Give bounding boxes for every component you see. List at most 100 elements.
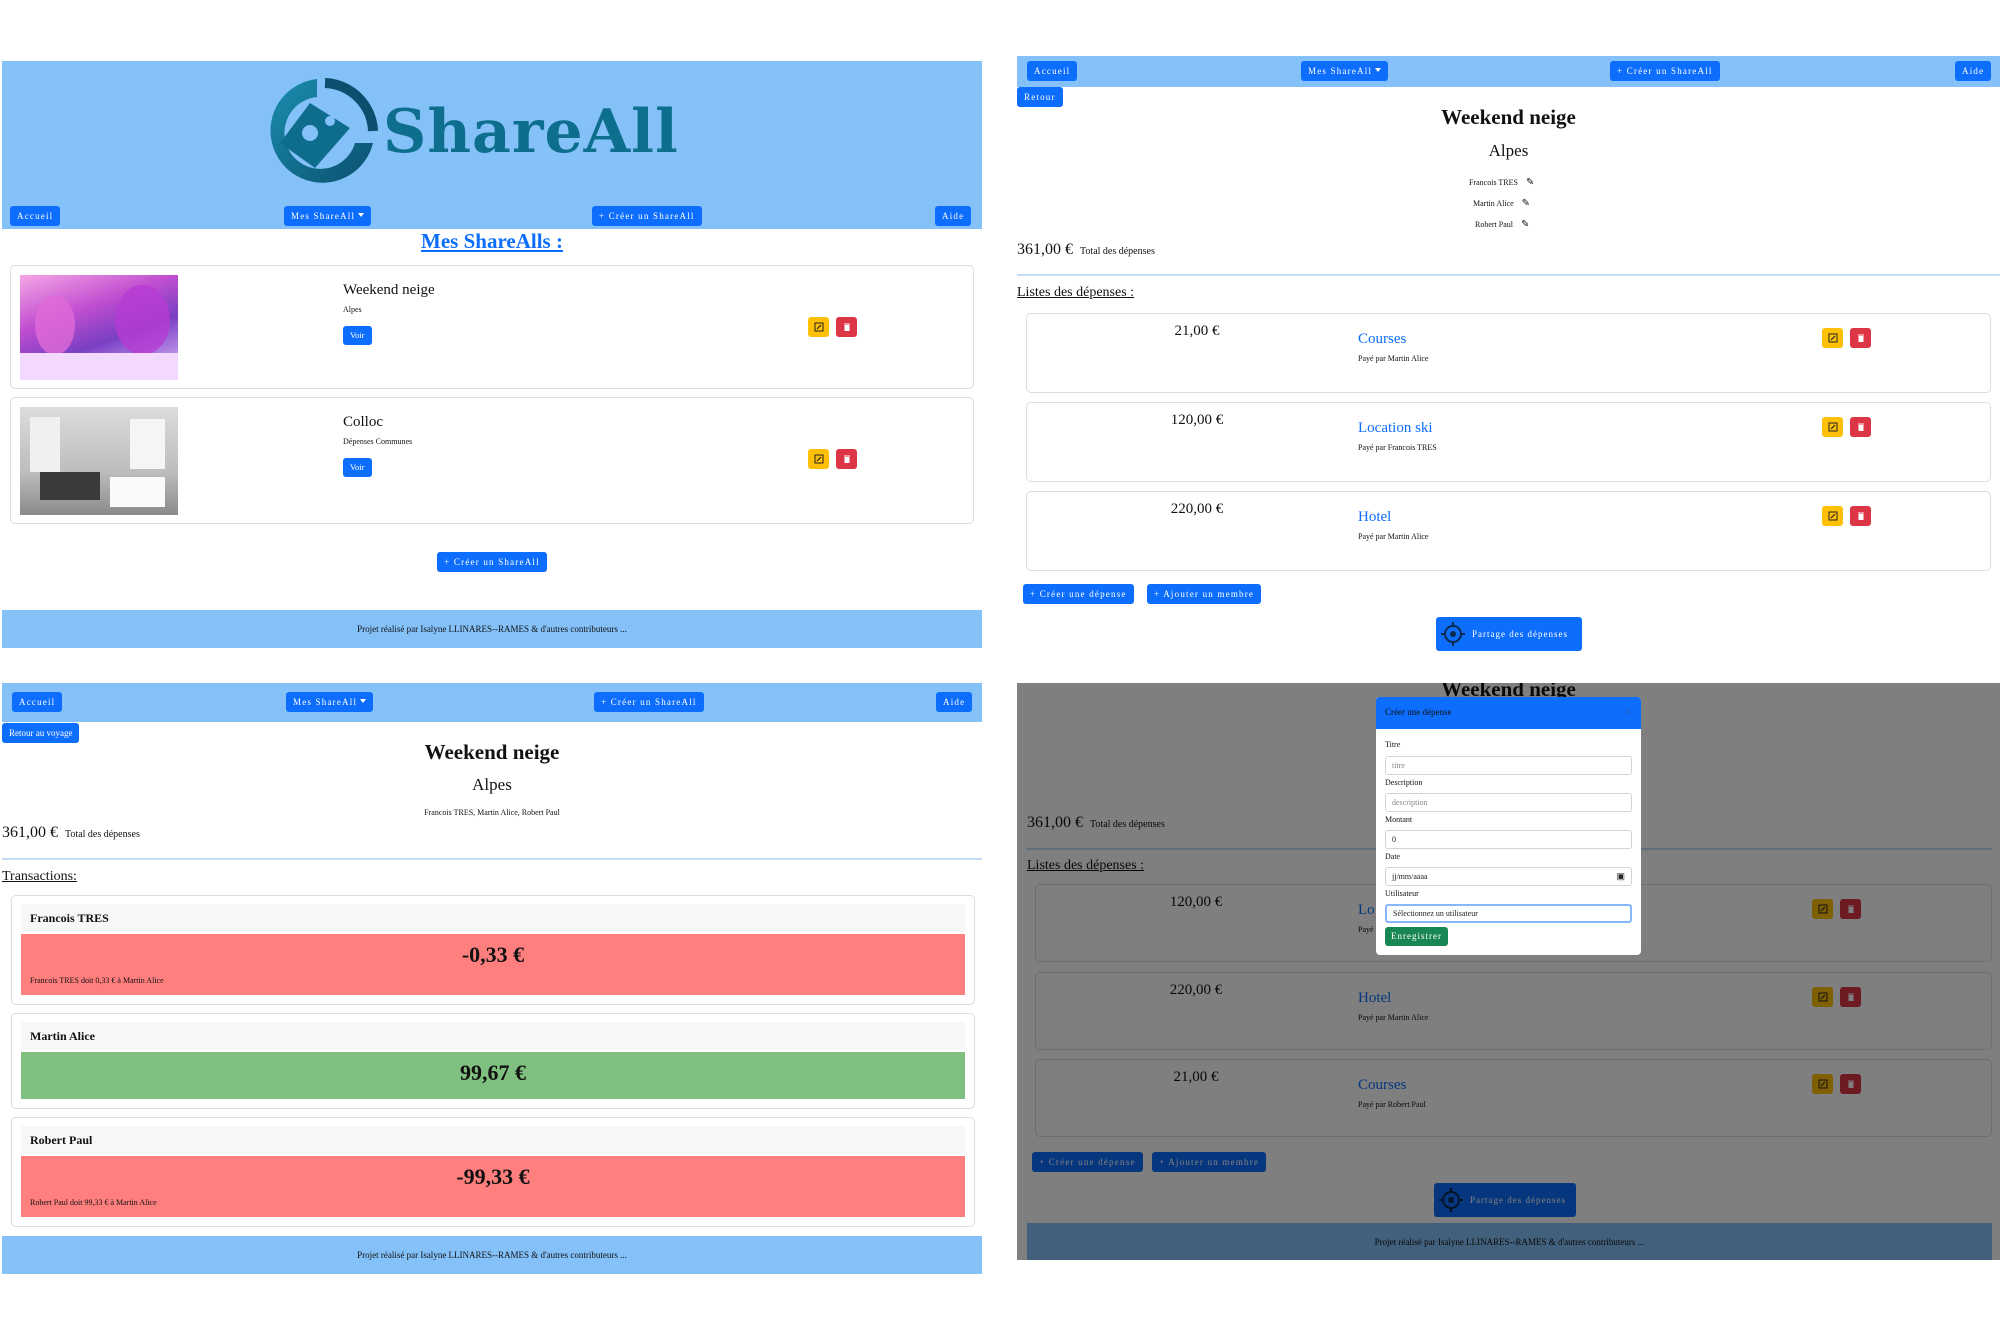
edit-button[interactable]: [1822, 506, 1843, 526]
amount-input[interactable]: 0: [1385, 830, 1632, 849]
edit-button[interactable]: [808, 317, 829, 337]
edit-button[interactable]: [1822, 328, 1843, 348]
nav-help-button[interactable]: Aide: [935, 206, 972, 226]
trip-card: Colloc Dépenses Communes Voir: [10, 397, 974, 524]
pencil-icon[interactable]: ✎: [1521, 219, 1529, 230]
nav-create-shareall-button[interactable]: + Créer un ShareAll: [1610, 61, 1720, 81]
page-heading[interactable]: Mes ShareAlls :: [2, 229, 982, 254]
nav-home-button[interactable]: Accueil: [10, 206, 61, 226]
trip-title: Weekend neige: [343, 282, 435, 298]
create-shareall-wrap: + Créer un ShareAll: [2, 552, 982, 572]
expense-paid-by: Payé par Martin Alice: [1358, 354, 1429, 363]
back-button[interactable]: Retour: [1017, 87, 1063, 107]
edit-icon: [814, 454, 823, 464]
nav-my-shareall-button[interactable]: Mes ShareAll: [284, 206, 372, 226]
balance-card: Martin Alice 99,67 €: [11, 1013, 975, 1109]
date-placeholder: jj/mm/aaaa: [1392, 872, 1428, 881]
user-select[interactable]: Sélectionnez un utilisateur: [1385, 904, 1632, 923]
member-row: Martin Alice ✎: [1473, 198, 1553, 209]
modal-title: Créer une dépense: [1385, 707, 1452, 717]
share-expenses-label: Partage des dépenses: [1472, 629, 1568, 639]
balance-note: Robert Paul doit 99,33 € à Martin Alice: [30, 1198, 157, 1207]
nav-my-shareall-label: Mes ShareAll: [293, 697, 358, 707]
nav-create-shareall-button[interactable]: + Créer un ShareAll: [592, 206, 702, 226]
caret-down-icon: [1375, 68, 1382, 72]
date-label: Date: [1385, 852, 1401, 861]
logo-text: ShareAll: [383, 97, 679, 167]
total-amount: 361,00 €: [2, 824, 58, 841]
trip-image: [20, 275, 178, 380]
expense-paid-by: Payé par Francois TRES: [1358, 443, 1437, 452]
nav-home-button[interactable]: Accueil: [1027, 61, 1078, 81]
nav-my-shareall-button[interactable]: Mes ShareAll: [286, 692, 374, 712]
navbar: Accueil Mes ShareAll + Créer un ShareAll…: [1017, 56, 2000, 87]
date-input[interactable]: jj/mm/aaaa ▣: [1385, 867, 1632, 886]
edit-button[interactable]: [1822, 417, 1843, 437]
coins-icon: [1441, 622, 1465, 646]
balance-box-negative: -0,33 € Francois TRES doit 0,33 € à Mart…: [21, 934, 965, 995]
delete-button[interactable]: [1850, 417, 1871, 437]
create-shareall-button[interactable]: + Créer un ShareAll: [437, 552, 547, 572]
edit-button[interactable]: [808, 449, 829, 469]
create-expense-modal-panel: Weekend neige 361,00 € Total des dépense…: [1017, 683, 2000, 1260]
member-name: Francois TRES: [1469, 178, 1518, 187]
balance-card-header: Francois TRES: [21, 904, 965, 932]
edit-icon: [1828, 333, 1837, 343]
description-label: Description: [1385, 778, 1423, 787]
add-member-button[interactable]: + Ajouter un membre: [1147, 584, 1262, 604]
member-name: Robert Paul: [1475, 220, 1513, 229]
nav-help-button[interactable]: Aide: [1955, 61, 1992, 81]
balance-amount: 99,67 €: [460, 1060, 526, 1085]
edit-icon: [1828, 511, 1837, 521]
share-expenses-button[interactable]: Partage des dépenses: [1436, 617, 1582, 651]
nav-home-button[interactable]: Accueil: [12, 692, 63, 712]
nav-my-shareall-label: Mes ShareAll: [291, 211, 356, 221]
nav-help-button[interactable]: Aide: [936, 692, 973, 712]
pencil-icon[interactable]: ✎: [1522, 198, 1530, 209]
delete-button[interactable]: [836, 449, 857, 469]
view-trip-button[interactable]: Voir: [343, 458, 372, 477]
edit-icon: [814, 322, 823, 332]
create-expense-button[interactable]: + Créer une dépense: [1023, 584, 1134, 604]
navbar: Accueil Mes ShareAll + Créer un ShareAll…: [2, 683, 982, 722]
nav-create-shareall-button[interactable]: + Créer un ShareAll: [594, 692, 704, 712]
pencil-icon[interactable]: ✎: [1526, 177, 1534, 188]
trip-title: Colloc: [343, 414, 383, 430]
expense-paid-by: Payé par Martin Alice: [1358, 532, 1429, 541]
total-label: Total des dépenses: [65, 829, 140, 840]
user-label: Utilisateur: [1385, 889, 1419, 898]
expense-title[interactable]: Location ski: [1358, 420, 1433, 437]
expense-card: 120,00 € Location ski Payé par Francois …: [1026, 402, 1991, 482]
close-icon[interactable]: ×: [1625, 704, 1632, 720]
caret-down-icon: [360, 699, 367, 703]
member-name: Robert Paul: [30, 1133, 93, 1147]
divider: [2, 858, 982, 860]
expense-title[interactable]: Hotel: [1358, 509, 1391, 526]
expense-title[interactable]: Courses: [1358, 331, 1406, 348]
balance-box-negative: -99,33 € Robert Paul doit 99,33 € à Mart…: [21, 1156, 965, 1217]
title-input[interactable]: titre: [1385, 756, 1632, 775]
calendar-icon[interactable]: ▣: [1616, 868, 1625, 885]
members-line: Francois TRES, Martin Alice, Robert Paul: [424, 808, 560, 817]
balance-box-positive: 99,67 €: [21, 1052, 965, 1099]
member-row: Francois TRES ✎: [1469, 177, 1549, 188]
balance-card-header: Martin Alice: [21, 1022, 965, 1050]
edit-icon: [1828, 422, 1837, 432]
description-input[interactable]: description: [1385, 793, 1632, 812]
navbar: Accueil Mes ShareAll + Créer un ShareAll…: [2, 202, 982, 229]
delete-button[interactable]: [1850, 328, 1871, 348]
transactions-heading: Transactions:: [2, 869, 77, 884]
member-name: Martin Alice: [1473, 199, 1514, 208]
save-button[interactable]: Enregistrer: [1385, 927, 1448, 946]
delete-button[interactable]: [836, 317, 857, 337]
trash-icon: [1857, 334, 1864, 342]
delete-button[interactable]: [1850, 506, 1871, 526]
trash-icon: [843, 455, 850, 463]
balance-card-header: Robert Paul: [21, 1126, 965, 1154]
view-trip-button[interactable]: Voir: [343, 326, 372, 345]
total-label: Total des dépenses: [1080, 246, 1155, 257]
title-label: Titre: [1385, 740, 1401, 749]
nav-my-shareall-button[interactable]: Mes ShareAll: [1301, 61, 1389, 81]
divider: [1017, 274, 2000, 276]
footer: Projet réalisé par Isalyne LLINARES--RAM…: [2, 1236, 982, 1274]
